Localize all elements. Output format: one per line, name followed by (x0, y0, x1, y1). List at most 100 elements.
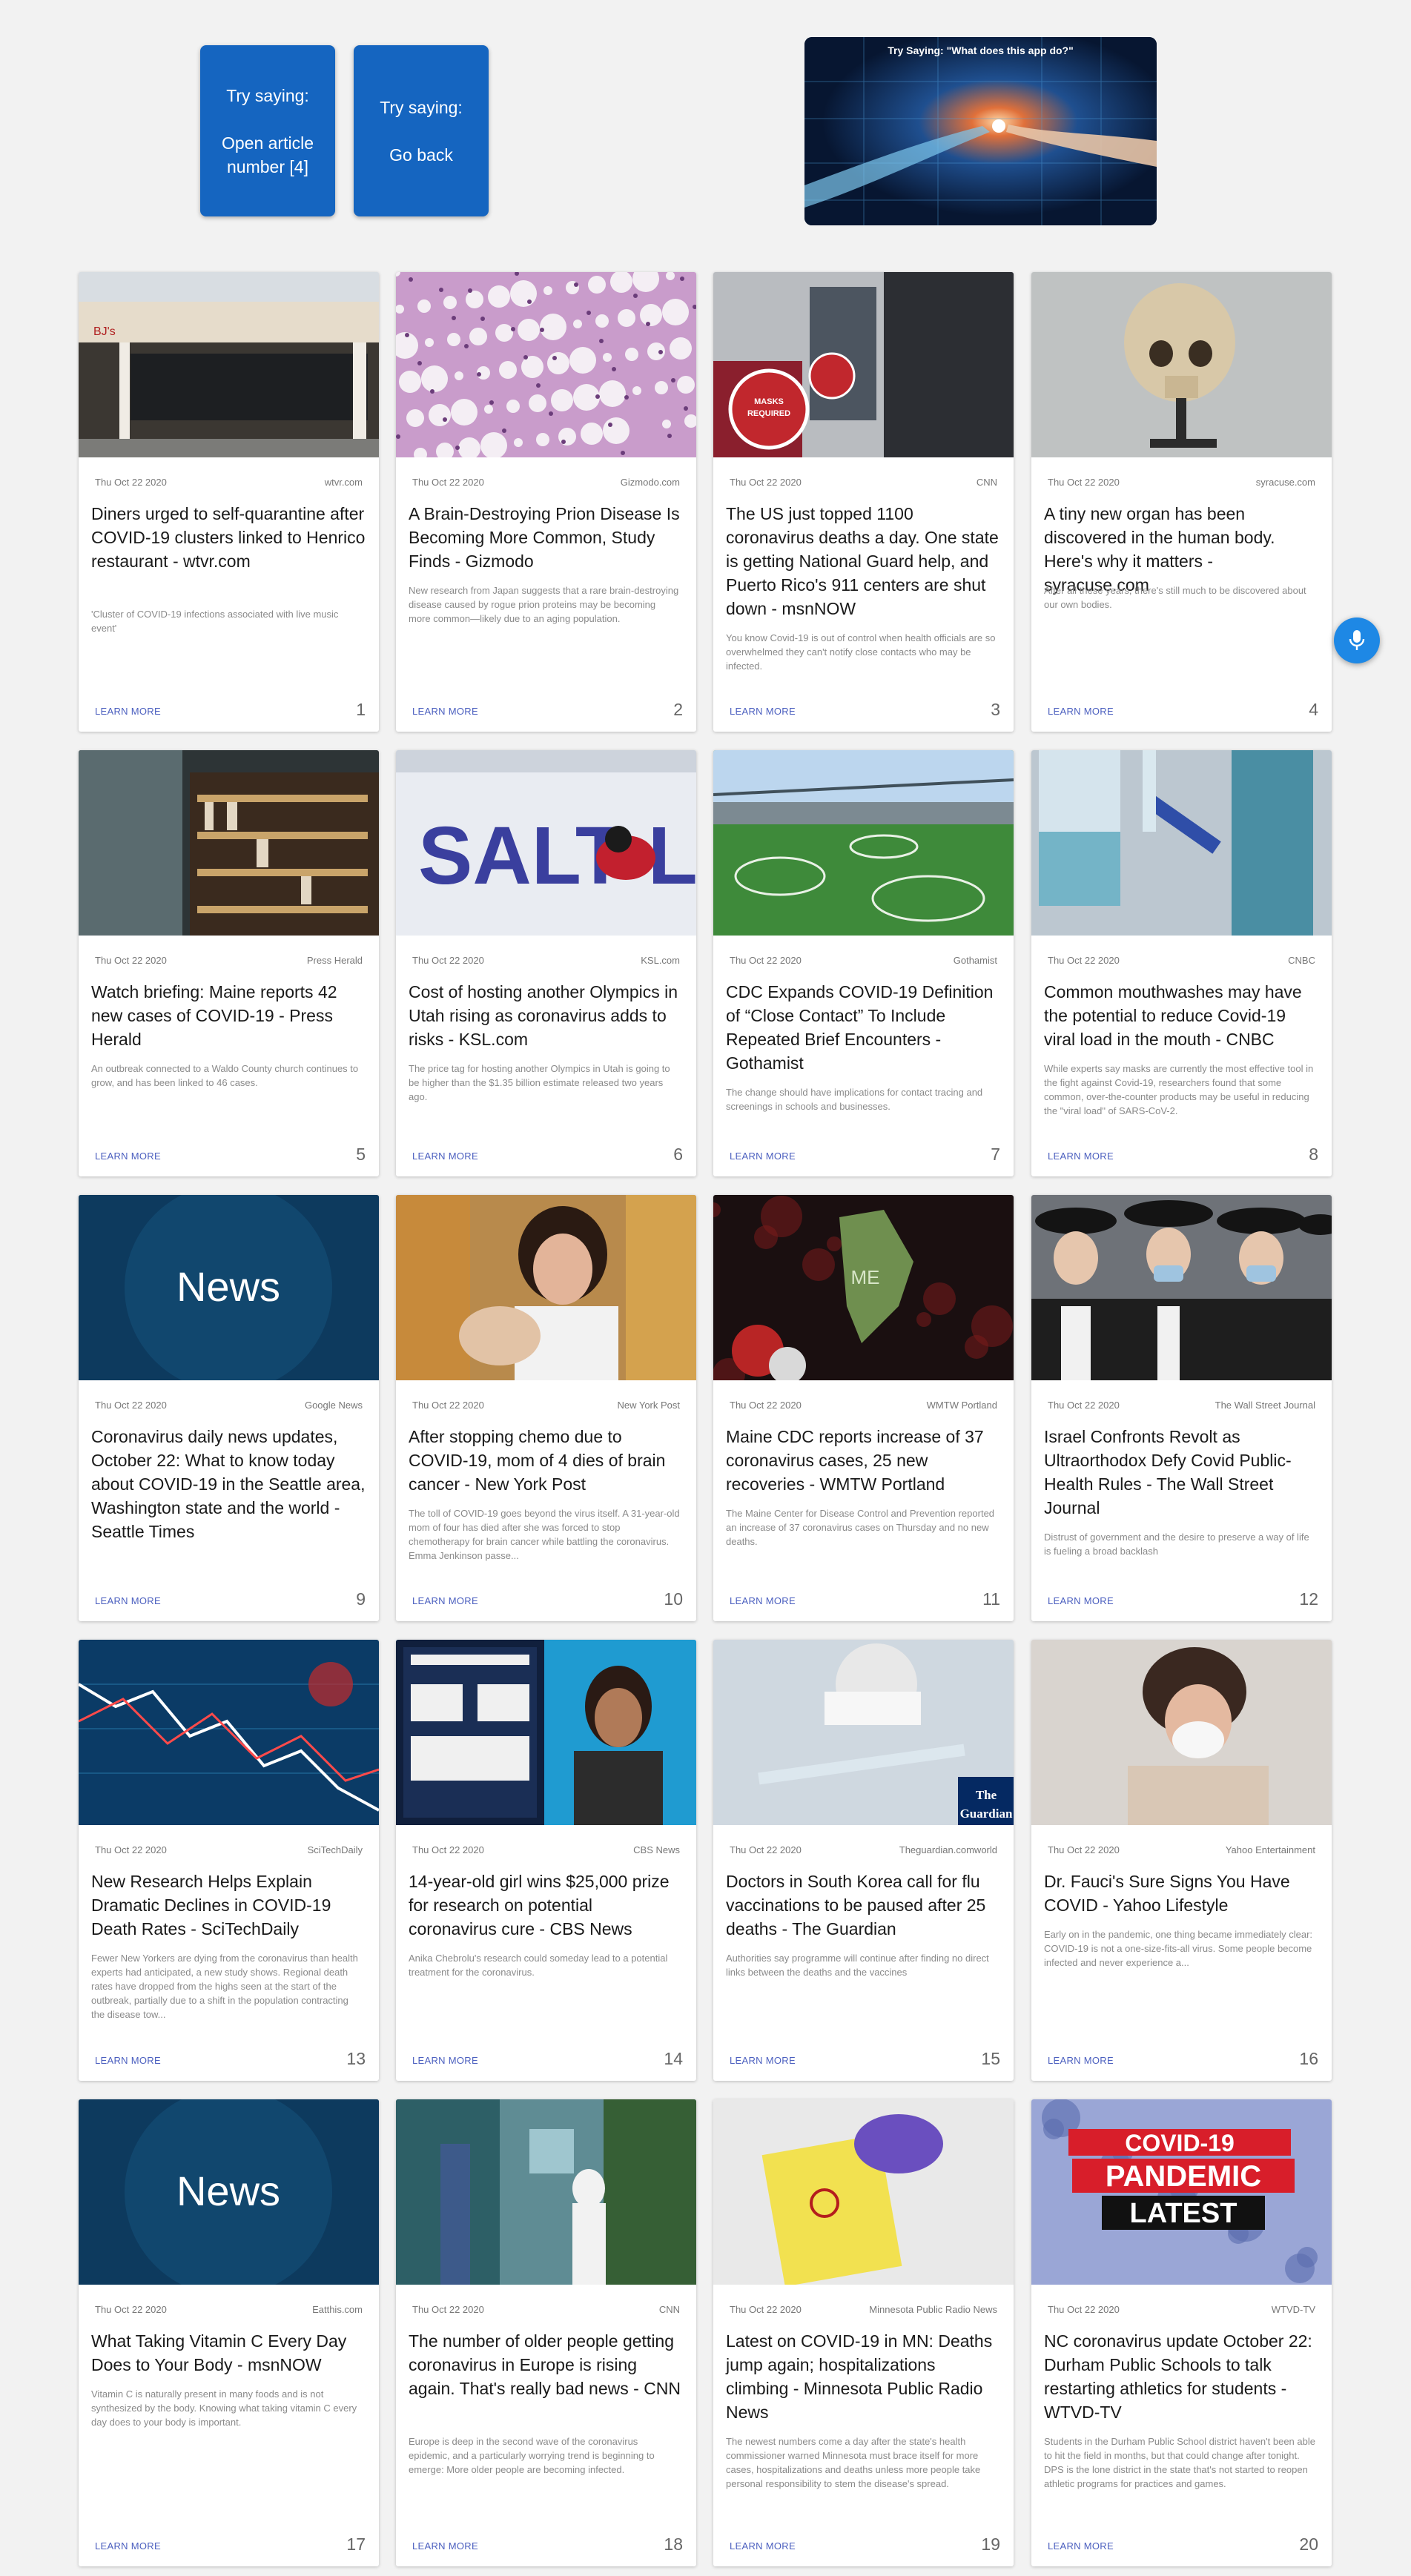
card-title[interactable]: Diners urged to self-quarantine after CO… (91, 502, 366, 573)
learn-more-link[interactable]: LEARN MORE (730, 2055, 796, 2066)
card-title[interactable]: Latest on COVID-19 in MN: Deaths jump ag… (726, 2329, 1001, 2424)
news-card[interactable]: Thu Oct 22 2020 CNN The number of older … (396, 2099, 696, 2566)
card-description: The newest numbers come a day after the … (726, 2436, 981, 2489)
learn-more-link[interactable]: LEARN MORE (1048, 2055, 1114, 2066)
card-date: Thu Oct 22 2020 (95, 1400, 167, 1411)
stock-chart-graphic (79, 1640, 379, 1825)
learn-more-link[interactable]: LEARN MORE (412, 1595, 478, 1606)
news-card[interactable]: Thu Oct 22 2020 Gizmodo.com A Brain-Dest… (396, 272, 696, 732)
card-date: Thu Oct 22 2020 (412, 2304, 484, 2315)
news-card[interactable]: Thu Oct 22 2020 CNBC Common mouthwashes … (1031, 750, 1332, 1176)
card-title[interactable]: A Brain-Destroying Prion Disease Is Beco… (409, 502, 684, 573)
microphone-button[interactable] (1334, 617, 1380, 663)
news-card[interactable]: Thu Oct 22 2020 syracuse.com A tiny new … (1031, 272, 1332, 732)
card-title[interactable]: Dr. Fauci's Sure Signs You Have COVID - … (1044, 1870, 1319, 1917)
learn-more-link[interactable]: LEARN MORE (1048, 2540, 1114, 2552)
card-meta: Thu Oct 22 2020 WTVD-TV (1048, 2304, 1315, 2315)
student-poster-photo (396, 1640, 696, 1825)
news-card[interactable]: Thu Oct 22 2020 CBS News 14-year-old gir… (396, 1640, 696, 2081)
news-card[interactable]: Thu Oct 22 2020 Yahoo Entertainment Dr. … (1031, 1640, 1332, 2081)
hint-go-back[interactable]: Try saying: Go back (354, 45, 489, 216)
card-number: 3 (991, 700, 1000, 719)
card-title[interactable]: Coronavirus daily news updates, October … (91, 1425, 366, 1543)
svg-text:COVID-19: COVID-19 (1125, 2130, 1235, 2156)
card-title[interactable]: Common mouthwashes may have the potentia… (1044, 980, 1319, 1051)
learn-more-link[interactable]: LEARN MORE (95, 1150, 161, 1162)
hint-label: Try saying: (226, 85, 309, 105)
learn-more-link[interactable]: LEARN MORE (95, 1595, 161, 1606)
card-title[interactable]: Cost of hosting another Olympics in Utah… (409, 980, 684, 1051)
learn-more-link[interactable]: LEARN MORE (412, 706, 478, 717)
sick-woman-photo (1031, 1640, 1332, 1825)
learn-more-link[interactable]: LEARN MORE (95, 2055, 161, 2066)
news-card[interactable]: Thu Oct 22 2020 SciTechDaily New Researc… (79, 1640, 379, 2081)
learn-more-link[interactable]: LEARN MORE (1048, 1150, 1114, 1162)
learn-more-link[interactable]: LEARN MORE (730, 1595, 796, 1606)
learn-more-link[interactable]: LEARN MORE (730, 2540, 796, 2552)
news-card[interactable]: The Guardian Thu Oct 22 2020 Theguardian.… (713, 1640, 1014, 2081)
card-title[interactable]: Israel Confronts Revolt as Ultraorthodox… (1044, 1425, 1319, 1520)
learn-more-link[interactable]: LEARN MORE (730, 1150, 796, 1162)
microphone-icon (1349, 630, 1365, 650)
card-title[interactable]: The US just topped 1100 coronavirus deat… (726, 502, 1001, 620)
masks-required-photo: MASKS REQUIRED (713, 272, 1014, 457)
learn-more-link[interactable]: LEARN MORE (1048, 706, 1114, 717)
learn-more-link[interactable]: LEARN MORE (95, 706, 161, 717)
news-card[interactable]: Thu Oct 22 2020 Press Herald Watch brief… (79, 750, 379, 1176)
card-source: wtvr.com (324, 477, 363, 488)
card-title[interactable]: The number of older people getting coron… (409, 2329, 684, 2400)
card-number: 5 (356, 1145, 366, 1164)
learn-more-link[interactable]: LEARN MORE (412, 2055, 478, 2066)
card-meta: Thu Oct 22 2020 Press Herald (95, 955, 363, 966)
news-card[interactable]: BJ's Thu Oct 22 2020 wtvr.com Diners urg… (79, 272, 379, 732)
card-title[interactable]: Doctors in South Korea call for flu vacc… (726, 1870, 1001, 1941)
card-description: The toll of COVID-19 goes beyond the vir… (409, 1508, 680, 1561)
card-title[interactable]: Watch briefing: Maine reports 42 new cas… (91, 980, 366, 1051)
card-date: Thu Oct 22 2020 (1048, 2304, 1120, 2315)
card-description: Europe is deep in the second wave of the… (409, 2436, 655, 2475)
learn-more-link[interactable]: LEARN MORE (730, 706, 796, 717)
card-number: 11 (982, 1589, 1000, 1609)
card-source: SciTechDaily (307, 1844, 363, 1855)
card-source: Eatthis.com (312, 2304, 363, 2315)
svg-text:REQUIRED: REQUIRED (747, 409, 790, 418)
card-source: CNN (658, 2304, 680, 2315)
learn-more-link[interactable]: LEARN MORE (95, 2540, 161, 2552)
card-description: Distrust of government and the desire to… (1044, 1532, 1309, 1557)
news-card[interactable]: MASKS REQUIRED Thu Oct 22 2020 CNN The US… (713, 272, 1014, 732)
news-card[interactable]: Thu Oct 22 2020 New York Post After stop… (396, 1195, 696, 1621)
card-title[interactable]: Maine CDC reports increase of 37 coronav… (726, 1425, 1001, 1496)
card-source: Press Herald (306, 955, 363, 966)
card-title[interactable]: NC coronavirus update October 22: Durham… (1044, 2329, 1319, 2424)
news-card[interactable]: Thu Oct 22 2020 The Wall Street Journal … (1031, 1195, 1332, 1621)
card-title[interactable]: After stopping chemo due to COVID-19, mo… (409, 1425, 684, 1496)
news-card[interactable]: COVID-19 PANDEMIC LATEST Thu Oct 22 2020 W… (1031, 2099, 1332, 2566)
card-title[interactable]: What Taking Vitamin C Every Day Does to … (91, 2329, 366, 2377)
news-card[interactable]: Thu Oct 22 2020 Gothamist CDC Expands CO… (713, 750, 1014, 1176)
learn-more-link[interactable]: LEARN MORE (412, 1150, 478, 1162)
news-card[interactable]: ME Thu Oct 22 2020 WMTW Portland Maine C… (713, 1195, 1014, 1621)
learn-more-link[interactable]: LEARN MORE (1048, 1595, 1114, 1606)
card-date: Thu Oct 22 2020 (95, 2304, 167, 2315)
card-title[interactable]: 14-year-old girl wins $25,000 prize for … (409, 1870, 684, 1941)
card-title[interactable]: New Research Helps Explain Dramatic Decl… (91, 1870, 366, 1941)
news-card[interactable]: SALT LAK Thu Oct 22 2020 KSL.com Cost of… (396, 750, 696, 1176)
svg-text:PANDEMIC: PANDEMIC (1106, 2160, 1261, 2193)
card-description: An outbreak connected to a Waldo County … (91, 1063, 359, 1088)
mouthwash-photo (1031, 750, 1332, 936)
card-meta: Thu Oct 22 2020 CNN (730, 477, 997, 488)
news-card[interactable]: News Thu Oct 22 2020 Google News Coronav… (79, 1195, 379, 1621)
card-meta: Thu Oct 22 2020 Yahoo Entertainment (1048, 1844, 1315, 1855)
card-date: Thu Oct 22 2020 (412, 1844, 484, 1855)
news-card[interactable]: Thu Oct 22 2020 Minnesota Public Radio N… (713, 2099, 1014, 2566)
card-meta: Thu Oct 22 2020 syracuse.com (1048, 477, 1315, 488)
card-title[interactable]: CDC Expands COVID-19 Definition of “Clos… (726, 980, 1001, 1075)
card-number: 4 (1309, 700, 1318, 719)
card-date: Thu Oct 22 2020 (95, 1844, 167, 1855)
card-description: The price tag for hosting another Olympi… (409, 1063, 670, 1102)
card-title[interactable]: A tiny new organ has been discovered in … (1044, 502, 1319, 597)
learn-more-link[interactable]: LEARN MORE (412, 2540, 478, 2552)
hint-open-article[interactable]: Try saying: Open article number [4] (200, 45, 335, 216)
card-source: New York Post (617, 1400, 680, 1411)
news-card[interactable]: News Thu Oct 22 2020 Eatthis.com What Ta… (79, 2099, 379, 2566)
